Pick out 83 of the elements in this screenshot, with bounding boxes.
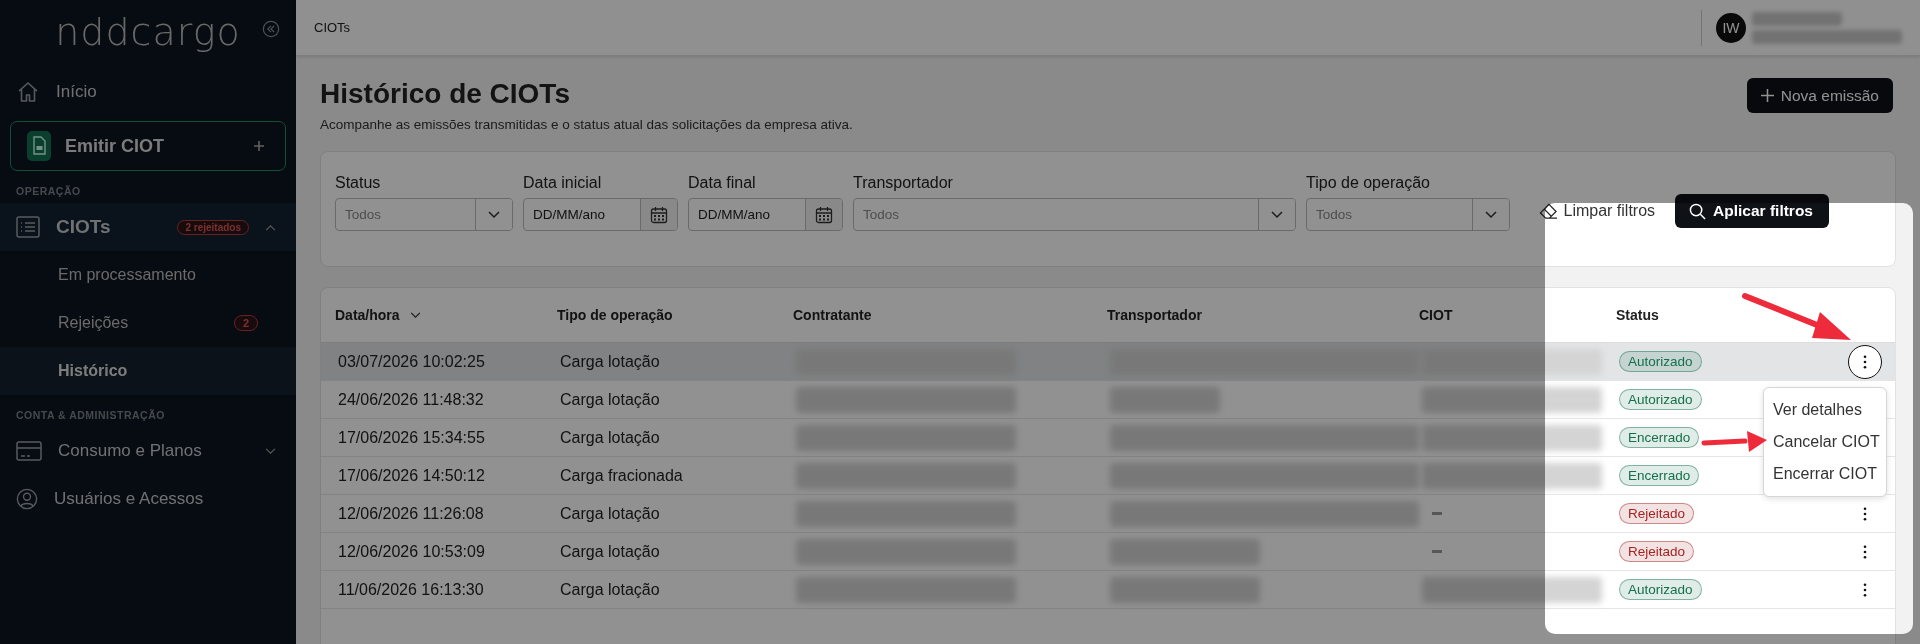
page-title: Histórico de CIOTs [320, 78, 571, 110]
list-icon [16, 216, 40, 238]
date-field[interactable]: DD/MM/ano [688, 198, 843, 231]
avatar[interactable]: IW [1716, 12, 1746, 43]
field-label: Data inicial [523, 174, 603, 192]
status-badge: Autorizado [1619, 579, 1702, 600]
eraser-icon [1538, 202, 1558, 220]
emit-button[interactable]: Emitir CIOT [10, 121, 286, 171]
calendar-icon [815, 205, 833, 224]
column-header: CIOT [1419, 307, 1453, 323]
more-button[interactable] [1848, 344, 1882, 379]
status-badge: Autorizado [1619, 389, 1702, 410]
section-title: OPERAÇÃO [15, 185, 82, 197]
breadcrumb[interactable]: CIOTs [314, 20, 351, 35]
column-header: Status [1616, 307, 1659, 323]
table-cell-text: 12/06/2026 11:26:08 [337, 504, 485, 523]
nav-item[interactable]: CIOTs 2 rejeitados [0, 203, 296, 251]
search-icon [1689, 202, 1707, 220]
more-icon [1863, 544, 1867, 559]
apply-filters-button[interactable]: Aplicar filtros [1675, 194, 1829, 228]
table-cell-text: Carga lotação [559, 352, 661, 371]
arrow [1701, 431, 1767, 452]
table-row[interactable]: 11/06/2026 16:13:30 Carga lotação Autorizado [321, 571, 1895, 609]
section-title: CONTA & ADMINISTRAÇÃO [15, 409, 166, 421]
field-label: Status [335, 174, 382, 192]
table-cell-text: 24/06/2026 11:48:32 [337, 390, 485, 409]
chevron-down-icon [1271, 210, 1283, 219]
table-cell-text: 11/06/2026 16:13:30 [337, 580, 485, 599]
collapse-icon[interactable] [262, 20, 280, 38]
table-cell-text: Carga lotação [559, 580, 661, 599]
chevron-down-icon [1485, 210, 1497, 219]
menu-item[interactable]: Cancelar CIOT [1764, 425, 1886, 458]
plus-icon [253, 140, 265, 152]
status-badge: Autorizado [1619, 351, 1702, 372]
table-row[interactable]: 12/06/2026 11:26:08 Carga lotação Rejeitado [321, 495, 1895, 533]
user-icon [16, 488, 38, 510]
table-cell-text: Carga lotação [559, 428, 661, 447]
more-icon [1863, 582, 1867, 597]
status-badge: Rejeitado [1619, 541, 1695, 562]
plus-icon [1760, 89, 1774, 102]
home-icon [16, 79, 40, 104]
table-cell-text: 12/06/2026 10:53:09 [337, 542, 486, 561]
column-header: Data/hora [335, 307, 400, 323]
nav-item[interactable]: Usuários e Acessos [0, 475, 296, 523]
document-icon [27, 131, 51, 161]
table-cell-text: 17/06/2026 14:50:12 [337, 466, 486, 485]
column-header: Contratante [793, 307, 872, 323]
table-row[interactable]: 12/06/2026 10:53:09 Carga lotação Rejeitado [321, 533, 1895, 571]
column-header: Transportador [1107, 307, 1202, 323]
field-label: Tipo de operação [1306, 174, 1431, 192]
table-cell-text: Carga fracionada [559, 466, 684, 485]
chevron-icon [265, 223, 276, 231]
date-field[interactable]: DD/MM/ano [523, 198, 678, 231]
table-cell-text: 03/07/2026 10:02:25 [337, 352, 486, 371]
field-label: Transportador [853, 174, 954, 192]
new-button[interactable]: Nova emissão [1746, 78, 1893, 113]
menu-item[interactable]: Encerrar CIOT [1764, 457, 1886, 490]
calendar-icon [650, 205, 668, 224]
table-cell-text: 17/06/2026 15:34:55 [337, 428, 486, 447]
table-cell-text: Carga lotação [559, 542, 661, 561]
table-cell-text: Carga lotação [559, 504, 661, 523]
page-subtitle: Acompanhe as emissões transmitidas e o status atual das solicitações da empresa ativa. [320, 117, 853, 132]
column-header: Tipo de operação [557, 307, 673, 323]
more-icon [1863, 354, 1867, 369]
card-icon [16, 441, 42, 461]
nav-item[interactable]: Em processamento [0, 251, 296, 299]
field-label: Data final [688, 174, 757, 192]
clear-filters-button[interactable]: Limpar filtros [1538, 202, 1656, 220]
status-badge: Encerrado [1619, 427, 1700, 448]
table-cell-text: Carga lotação [559, 390, 661, 409]
sort-icon[interactable] [409, 311, 421, 319]
logo: nddcargo [55, 10, 241, 54]
chevron-icon [265, 447, 276, 455]
status-badge: Encerrado [1619, 465, 1700, 486]
nav-item[interactable]: Rejeições 2 [0, 299, 296, 347]
status-badge: Rejeitado [1619, 503, 1695, 524]
more-icon [1863, 506, 1867, 521]
nav-item[interactable]: Início [10, 64, 286, 119]
chevron-down-icon [488, 210, 500, 219]
nav-item[interactable]: Histórico [0, 347, 296, 395]
count-badge: 2 [233, 315, 258, 331]
count-badge: 2 rejeitados [177, 219, 249, 235]
nav-item[interactable]: Consumo e Planos [0, 427, 296, 475]
